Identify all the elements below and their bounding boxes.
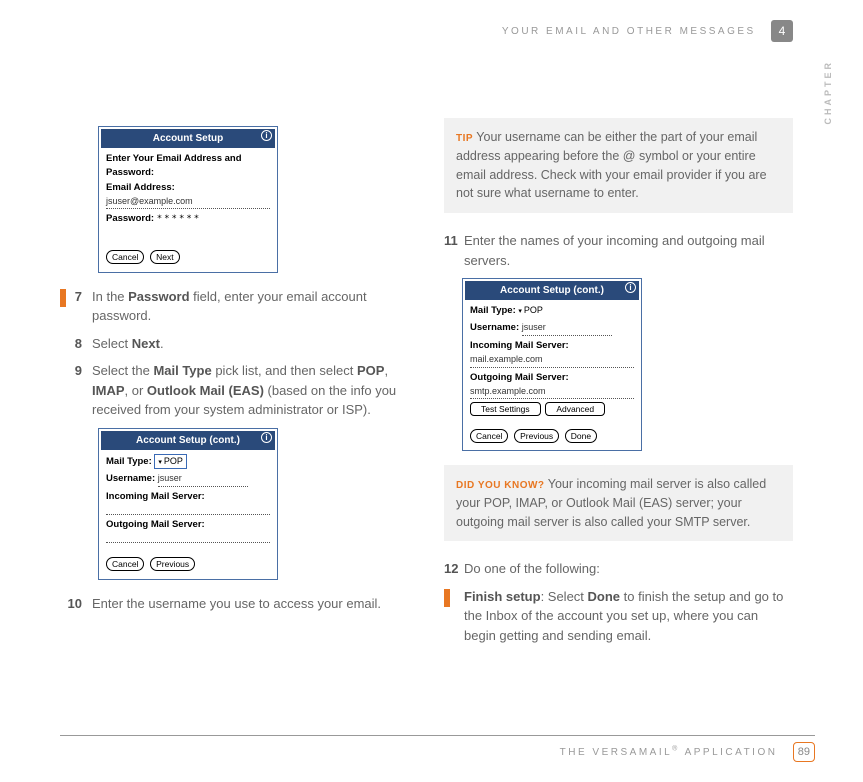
footer: THE VERSAMAIL® APPLICATION 89 xyxy=(60,735,815,762)
incoming-field[interactable]: mail.example.com xyxy=(470,353,634,368)
incoming-label: Incoming Mail Server: xyxy=(106,491,205,502)
tip-label: TIP xyxy=(456,133,473,144)
palm-title-text: Account Setup (cont.) xyxy=(136,435,240,446)
email-field[interactable]: jsuser@example.com xyxy=(106,195,270,210)
palm-title-text: Account Setup (cont.) xyxy=(500,285,604,296)
test-settings-button[interactable]: Test Settings xyxy=(470,402,541,416)
did-you-know-box: DID YOU KNOW? Your incoming mail server … xyxy=(444,465,793,541)
screenshot-account-setup-3: Account Setup (cont.) i Mail Type: POP U… xyxy=(462,278,642,451)
dyk-label: DID YOU KNOW? xyxy=(456,480,545,491)
header: YOUR EMAIL AND OTHER MESSAGES 4 xyxy=(60,20,793,50)
done-button[interactable]: Done xyxy=(565,429,597,443)
info-icon: i xyxy=(625,282,636,293)
incoming-label: Incoming Mail Server: xyxy=(470,340,569,351)
palm-title-3: Account Setup (cont.) i xyxy=(465,281,639,300)
palm-title-2: Account Setup (cont.) i xyxy=(101,431,275,450)
screenshot-account-setup-2: Account Setup (cont.) i Mail Type: POP U… xyxy=(98,428,278,580)
step-12-sub: Finish setup: Select Done to finish the … xyxy=(444,587,793,646)
step-10: 10 Enter the username you use to access … xyxy=(60,594,409,614)
section-title: YOUR EMAIL AND OTHER MESSAGES xyxy=(502,26,756,37)
step-number: 11 xyxy=(444,231,464,270)
next-button[interactable]: Next xyxy=(150,250,179,264)
password-field[interactable]: ****** xyxy=(157,214,202,224)
left-column: Account Setup i Enter Your Email Address… xyxy=(60,118,409,653)
advanced-button[interactable]: Advanced xyxy=(545,402,605,416)
username-field[interactable]: jsuser xyxy=(522,321,612,336)
incoming-field[interactable] xyxy=(106,504,270,515)
footer-text-1: THE VERSAMAIL xyxy=(560,747,673,758)
footer-text-2: APPLICATION xyxy=(680,747,778,758)
palm-title-text: Account Setup xyxy=(153,133,224,144)
screenshot-account-setup-1: Account Setup i Enter Your Email Address… xyxy=(98,126,278,273)
page-number: 89 xyxy=(793,742,815,762)
tip-box: TIP Your username can be either the part… xyxy=(444,118,793,213)
step-number: 12 xyxy=(444,559,464,579)
step-number: 9 xyxy=(60,361,92,420)
username-label: Username: xyxy=(106,473,155,484)
step-9: 9 Select the Mail Type pick list, and th… xyxy=(60,361,409,420)
chapter-label-vertical: CHAPTER xyxy=(823,60,833,125)
palm-title-1: Account Setup i xyxy=(101,129,275,148)
step-number: 10 xyxy=(60,594,92,614)
info-icon: i xyxy=(261,432,272,443)
info-icon: i xyxy=(261,130,272,141)
outgoing-field[interactable]: smtp.example.com xyxy=(470,385,634,400)
previous-button[interactable]: Previous xyxy=(150,557,195,571)
step-number: 8 xyxy=(60,334,92,354)
step-number: 7 xyxy=(66,287,92,326)
right-column: TIP Your username can be either the part… xyxy=(444,118,793,653)
mailtype-label: Mail Type: xyxy=(106,456,152,467)
cancel-button[interactable]: Cancel xyxy=(106,557,144,571)
outgoing-label: Outgoing Mail Server: xyxy=(470,372,569,383)
intro-text: Enter Your Email Address and Password: xyxy=(106,152,270,181)
password-label: Password: xyxy=(106,213,154,224)
mailtype-dropdown[interactable]: POP xyxy=(518,305,542,315)
chapter-number-badge: 4 xyxy=(771,20,793,42)
registered-icon: ® xyxy=(672,746,680,753)
mailtype-dropdown[interactable]: POP xyxy=(154,454,186,470)
username-label: Username: xyxy=(470,322,519,333)
outgoing-field[interactable] xyxy=(106,532,270,543)
mailtype-label: Mail Type: xyxy=(470,305,516,316)
step-12: 12 Do one of the following: xyxy=(444,559,793,579)
username-field[interactable]: jsuser xyxy=(158,472,248,487)
step-7: 7 In the Password field, enter your emai… xyxy=(60,287,409,326)
cancel-button[interactable]: Cancel xyxy=(470,429,508,443)
outgoing-label: Outgoing Mail Server: xyxy=(106,519,205,530)
email-label: Email Address: xyxy=(106,182,175,193)
step-8: 8 Select Next. xyxy=(60,334,409,354)
previous-button[interactable]: Previous xyxy=(514,429,559,443)
step-11: 11 Enter the names of your incoming and … xyxy=(444,231,793,270)
page: YOUR EMAIL AND OTHER MESSAGES 4 CHAPTER … xyxy=(0,0,863,782)
cancel-button[interactable]: Cancel xyxy=(106,250,144,264)
tip-text: Your username can be either the part of … xyxy=(456,130,767,200)
